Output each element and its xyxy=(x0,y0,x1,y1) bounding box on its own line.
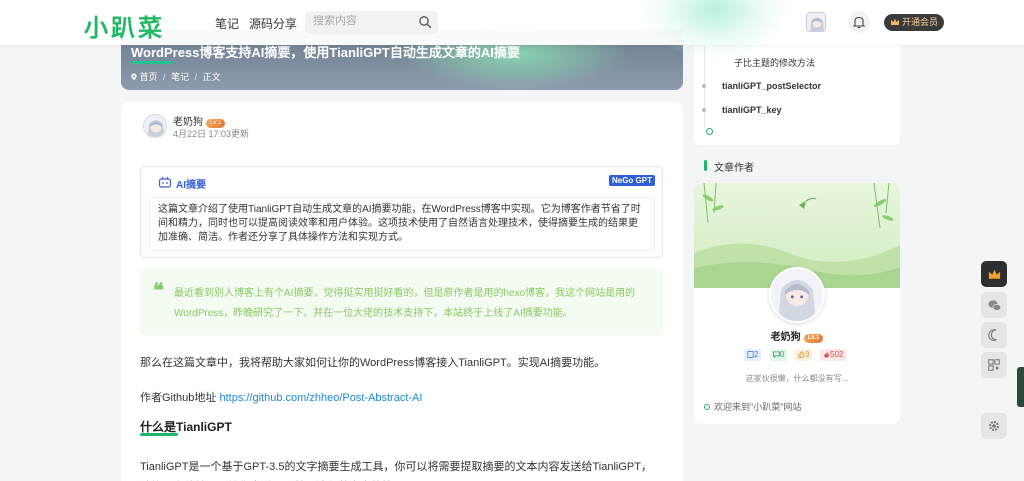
settings-float-button[interactable] xyxy=(981,413,1007,439)
breadcrumb-notes[interactable]: 笔记 xyxy=(171,72,189,82)
stat-posts-value: 2 xyxy=(754,350,759,359)
section-underline xyxy=(140,433,178,436)
thumb-up-icon xyxy=(798,351,805,358)
stat-posts[interactable]: 2 xyxy=(744,349,762,361)
welcome-ring-icon xyxy=(704,404,710,410)
stat-likes[interactable]: 3 xyxy=(795,349,813,361)
github-label: 作者Github地址 xyxy=(140,392,220,404)
notification-button[interactable] xyxy=(848,11,870,33)
author-name[interactable]: 老奶狗 LV.1 xyxy=(173,113,226,128)
toc-dot xyxy=(702,84,706,88)
paragraph-what-is: TianliGPT是一个基于GPT-3.5的文字摘要生成工具，你可以将需要提取摘… xyxy=(140,461,652,473)
search-box xyxy=(305,11,438,34)
breadcrumb-separator: / xyxy=(194,72,198,82)
crown-icon xyxy=(891,18,899,25)
ai-summary-title: AI摘要 xyxy=(176,180,206,191)
stat-comments-value: 0 xyxy=(780,350,785,359)
qrcode-icon xyxy=(988,359,1000,371)
table-of-contents: 子比主题的修改方法 tianliGPT_postSelector tianliG… xyxy=(694,40,900,145)
search-icon[interactable] xyxy=(418,15,432,29)
stat-likes-value: 3 xyxy=(805,350,810,359)
gear-icon xyxy=(989,421,999,431)
location-pin-icon xyxy=(131,73,137,81)
crown-icon xyxy=(988,269,1000,279)
edge-side-tab[interactable] xyxy=(1017,367,1024,407)
qrcode-float-button[interactable] xyxy=(981,352,1007,378)
stat-views[interactable]: 502 xyxy=(820,349,847,361)
ai-summary-text: 这篇文章介绍了使用TianliGPT自动生成文章的AI摘要功能，在WordPre… xyxy=(149,197,655,251)
level-badge: LV.1 xyxy=(803,334,824,343)
author-card-name-text: 老奶狗 xyxy=(770,332,801,343)
document-icon xyxy=(747,351,754,358)
toc-item[interactable]: tianliGPT_key xyxy=(722,105,782,115)
nego-gpt-badge[interactable]: NeGo GPT xyxy=(608,175,655,186)
flame-icon xyxy=(824,351,829,358)
author-avatar[interactable] xyxy=(143,114,167,138)
author-description: 这家伙很懒，什么都没有写... xyxy=(745,374,849,383)
vip-button[interactable]: 开通会员 xyxy=(884,14,944,31)
author-card-name[interactable]: 老奶狗 LV.1 xyxy=(694,328,900,343)
vip-label: 开通会员 xyxy=(902,17,939,27)
welcome-message: 欢迎来到"小趴菜"网站 xyxy=(704,400,801,413)
welcome-text: 欢迎来到"小趴菜"网站 xyxy=(714,402,802,412)
stat-views-value: 502 xyxy=(830,350,844,359)
ai-summary-box: AI摘要 NeGo GPT 这篇文章介绍了使用TianliGPT自动生成文章的A… xyxy=(140,166,663,258)
avatar-image xyxy=(771,269,823,321)
breadcrumb: 首页 / 笔记 / 正文 xyxy=(131,70,224,83)
paragraph-intro: 那么在这篇文章中，我将帮助大家如何让你的WordPress博客接入TianliG… xyxy=(140,357,606,369)
user-avatar[interactable] xyxy=(806,12,826,32)
robot-icon xyxy=(158,176,172,188)
top-navbar: 小趴菜 笔记 源码分享 开通会员 xyxy=(0,0,1024,45)
bell-icon xyxy=(852,16,866,29)
search-input[interactable] xyxy=(313,15,413,27)
author-stats: 2 0 3 502 xyxy=(744,349,854,361)
author-card-avatar[interactable] xyxy=(769,267,825,323)
site-logo[interactable]: 小趴菜 xyxy=(84,8,165,43)
nav-notes[interactable]: 笔记 xyxy=(215,15,239,32)
nav-source-share[interactable]: 源码分享 xyxy=(249,15,297,32)
side-title-bar xyxy=(704,160,707,171)
vip-float-button[interactable] xyxy=(981,261,1007,287)
stat-comments[interactable]: 0 xyxy=(770,349,788,361)
blockquote: ❝ 最近看到别人博客上有个AI摘要，觉得挺实用挺好看的，但是原作者是用的hexo… xyxy=(140,269,663,335)
github-link[interactable]: https://github.com/zhheo/Post-Abstract-A… xyxy=(219,392,422,404)
author-card: 老奶狗 LV.1 2 0 3 502 这家伙很懒，什么都没有写... 欢迎来到"小… xyxy=(694,183,900,424)
breadcrumb-home[interactable]: 首页 xyxy=(140,72,158,82)
wechat-float-button[interactable] xyxy=(981,292,1007,318)
wechat-icon xyxy=(987,299,1001,311)
comment-icon xyxy=(773,351,780,359)
avatar-image xyxy=(807,13,825,31)
breadcrumb-current: 正文 xyxy=(202,72,221,82)
breadcrumb-separator: / xyxy=(163,72,166,82)
paragraph-github: 作者Github地址 https://github.com/zhheo/Post… xyxy=(140,389,422,405)
toc-item[interactable]: tianliGPT_postSelector xyxy=(722,81,821,91)
moon-icon xyxy=(988,329,997,341)
quote-text: 最近看到别人博客上有个AI摘要，觉得挺实用挺好看的，但是原作者是用的hexo博客… xyxy=(174,288,636,319)
post-date: 4月22日 17:03更新 xyxy=(173,129,250,139)
article-card: 老奶狗 LV.1 4月22日 17:03更新 AI摘要 NeGo GPT 这篇文章… xyxy=(121,102,683,481)
dark-mode-button[interactable] xyxy=(981,322,1007,348)
toc-end-marker xyxy=(706,128,713,135)
title-underline xyxy=(131,61,173,64)
toc-item[interactable]: 子比主题的修改方法 xyxy=(734,56,815,69)
toc-dot xyxy=(702,108,706,112)
quote-icon: ❝ xyxy=(153,278,164,302)
avatar-image xyxy=(144,115,166,137)
sidebar-section-title: 文章作者 xyxy=(714,163,754,174)
